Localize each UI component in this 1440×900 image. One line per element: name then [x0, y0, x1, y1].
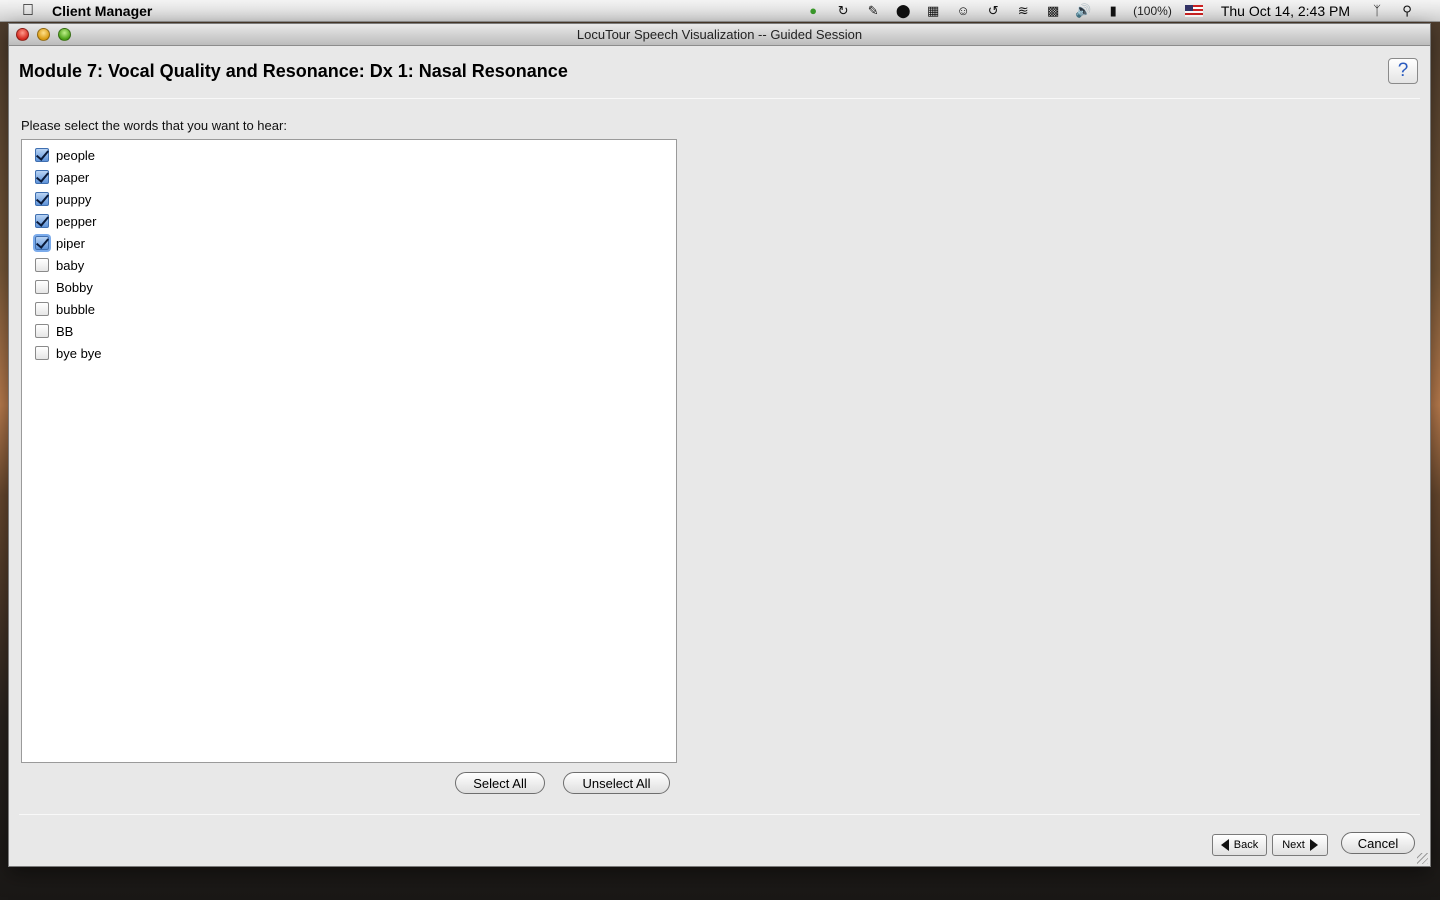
word-checkbox[interactable]	[35, 192, 49, 206]
grid-icon[interactable]: ▦	[924, 3, 942, 19]
word-label: BB	[56, 323, 74, 339]
word-checkbox[interactable]	[35, 214, 49, 228]
footer-divider	[19, 814, 1420, 815]
word-item[interactable]: bye bye	[22, 342, 676, 364]
battery-percent: (100%)	[1133, 3, 1172, 18]
close-window-button[interactable]	[16, 28, 29, 41]
word-label: puppy	[56, 191, 92, 207]
status-icon[interactable]: ⬤	[894, 3, 912, 19]
header-divider	[19, 98, 1420, 99]
battery-icon[interactable]: ▮	[1104, 3, 1122, 19]
word-checkbox[interactable]	[35, 346, 49, 360]
word-item[interactable]: pepper	[22, 210, 676, 232]
word-label: pepper	[56, 213, 97, 229]
word-checkbox[interactable]	[35, 148, 49, 162]
word-item[interactable]: paper	[22, 166, 676, 188]
next-label: Next	[1282, 839, 1305, 851]
next-arrow-icon	[1309, 839, 1318, 851]
word-checkbox[interactable]	[35, 280, 49, 294]
word-item[interactable]: people	[22, 144, 676, 166]
back-arrow-icon	[1220, 839, 1229, 851]
word-checkbox[interactable]	[35, 324, 49, 338]
word-item[interactable]: puppy	[22, 188, 676, 210]
resize-grip-icon[interactable]	[1417, 853, 1428, 864]
wifi-icon[interactable]: ≋	[1014, 3, 1032, 19]
sync-icon[interactable]: ↻	[834, 3, 852, 19]
spotlight-icon[interactable]: ⚲	[1398, 3, 1416, 19]
volume-icon[interactable]: 🔊	[1074, 3, 1092, 19]
word-label: bubble	[56, 301, 96, 317]
word-item[interactable]: BB	[22, 320, 676, 342]
word-label: paper	[56, 169, 90, 185]
next-button[interactable]: Next	[1272, 834, 1328, 856]
word-item[interactable]: baby	[22, 254, 676, 276]
app-menu-name[interactable]: Client Manager	[52, 3, 152, 19]
word-checkbox[interactable]	[35, 170, 49, 184]
window-title: LocuTour Speech Visualization -- Guided …	[576, 27, 863, 42]
word-label: Bobby	[56, 279, 93, 295]
back-button[interactable]: Back	[1212, 834, 1267, 856]
word-label: bye bye	[56, 345, 102, 361]
bluetooth-icon[interactable]: ᛉ	[1368, 3, 1386, 19]
unselect-all-button[interactable]: Unselect All	[563, 772, 670, 794]
word-item[interactable]: Bobby	[22, 276, 676, 298]
us-flag-icon[interactable]	[1184, 4, 1203, 17]
time-machine-icon[interactable]: ↺	[984, 3, 1002, 19]
word-checkbox[interactable]	[35, 302, 49, 316]
menu-clock[interactable]: Thu Oct 14, 2:43 PM	[1221, 3, 1350, 19]
word-label: people	[56, 147, 96, 163]
menu-bar:  Client Manager ● ↻ ✎ ⬤ ▦ ☺ ↺ ≋ ▩ 🔊 ▮ (…	[0, 0, 1440, 22]
apple-icon[interactable]: 	[18, 1, 38, 21]
window-titlebar[interactable]: LocuTour Speech Visualization -- Guided …	[9, 24, 1430, 46]
word-label: baby	[56, 257, 85, 273]
accessibility-icon[interactable]: ☺	[954, 3, 972, 19]
guided-session-window: LocuTour Speech Visualization -- Guided …	[8, 23, 1431, 867]
minimize-window-button[interactable]	[37, 28, 50, 41]
window-controls	[16, 28, 71, 41]
evernote-icon[interactable]: ●	[804, 3, 822, 19]
select-all-button[interactable]: Select All	[455, 772, 545, 794]
cancel-button[interactable]: Cancel	[1341, 832, 1415, 854]
help-button[interactable]: ?	[1388, 58, 1418, 84]
menu-bar-extras: ● ↻ ✎ ⬤ ▦ ☺ ↺ ≋ ▩ 🔊 ▮ (100%) Thu Oct 14,…	[798, 0, 1440, 22]
zoom-window-button[interactable]	[58, 28, 71, 41]
page-title: Module 7: Vocal Quality and Resonance: D…	[19, 61, 568, 81]
word-list[interactable]: people paper puppy pepper piper baby Bobby bubb…	[21, 139, 677, 763]
display-icon[interactable]: ▩	[1044, 3, 1062, 19]
word-item[interactable]: piper	[22, 232, 676, 254]
word-checkbox[interactable]	[35, 236, 49, 250]
instruction-label: Please select the words that you want to…	[21, 118, 287, 133]
script-icon[interactable]: ✎	[864, 3, 882, 19]
word-label: piper	[56, 235, 85, 251]
word-item[interactable]: bubble	[22, 298, 676, 320]
word-checkbox[interactable]	[35, 258, 49, 272]
back-label: Back	[1233, 839, 1259, 851]
